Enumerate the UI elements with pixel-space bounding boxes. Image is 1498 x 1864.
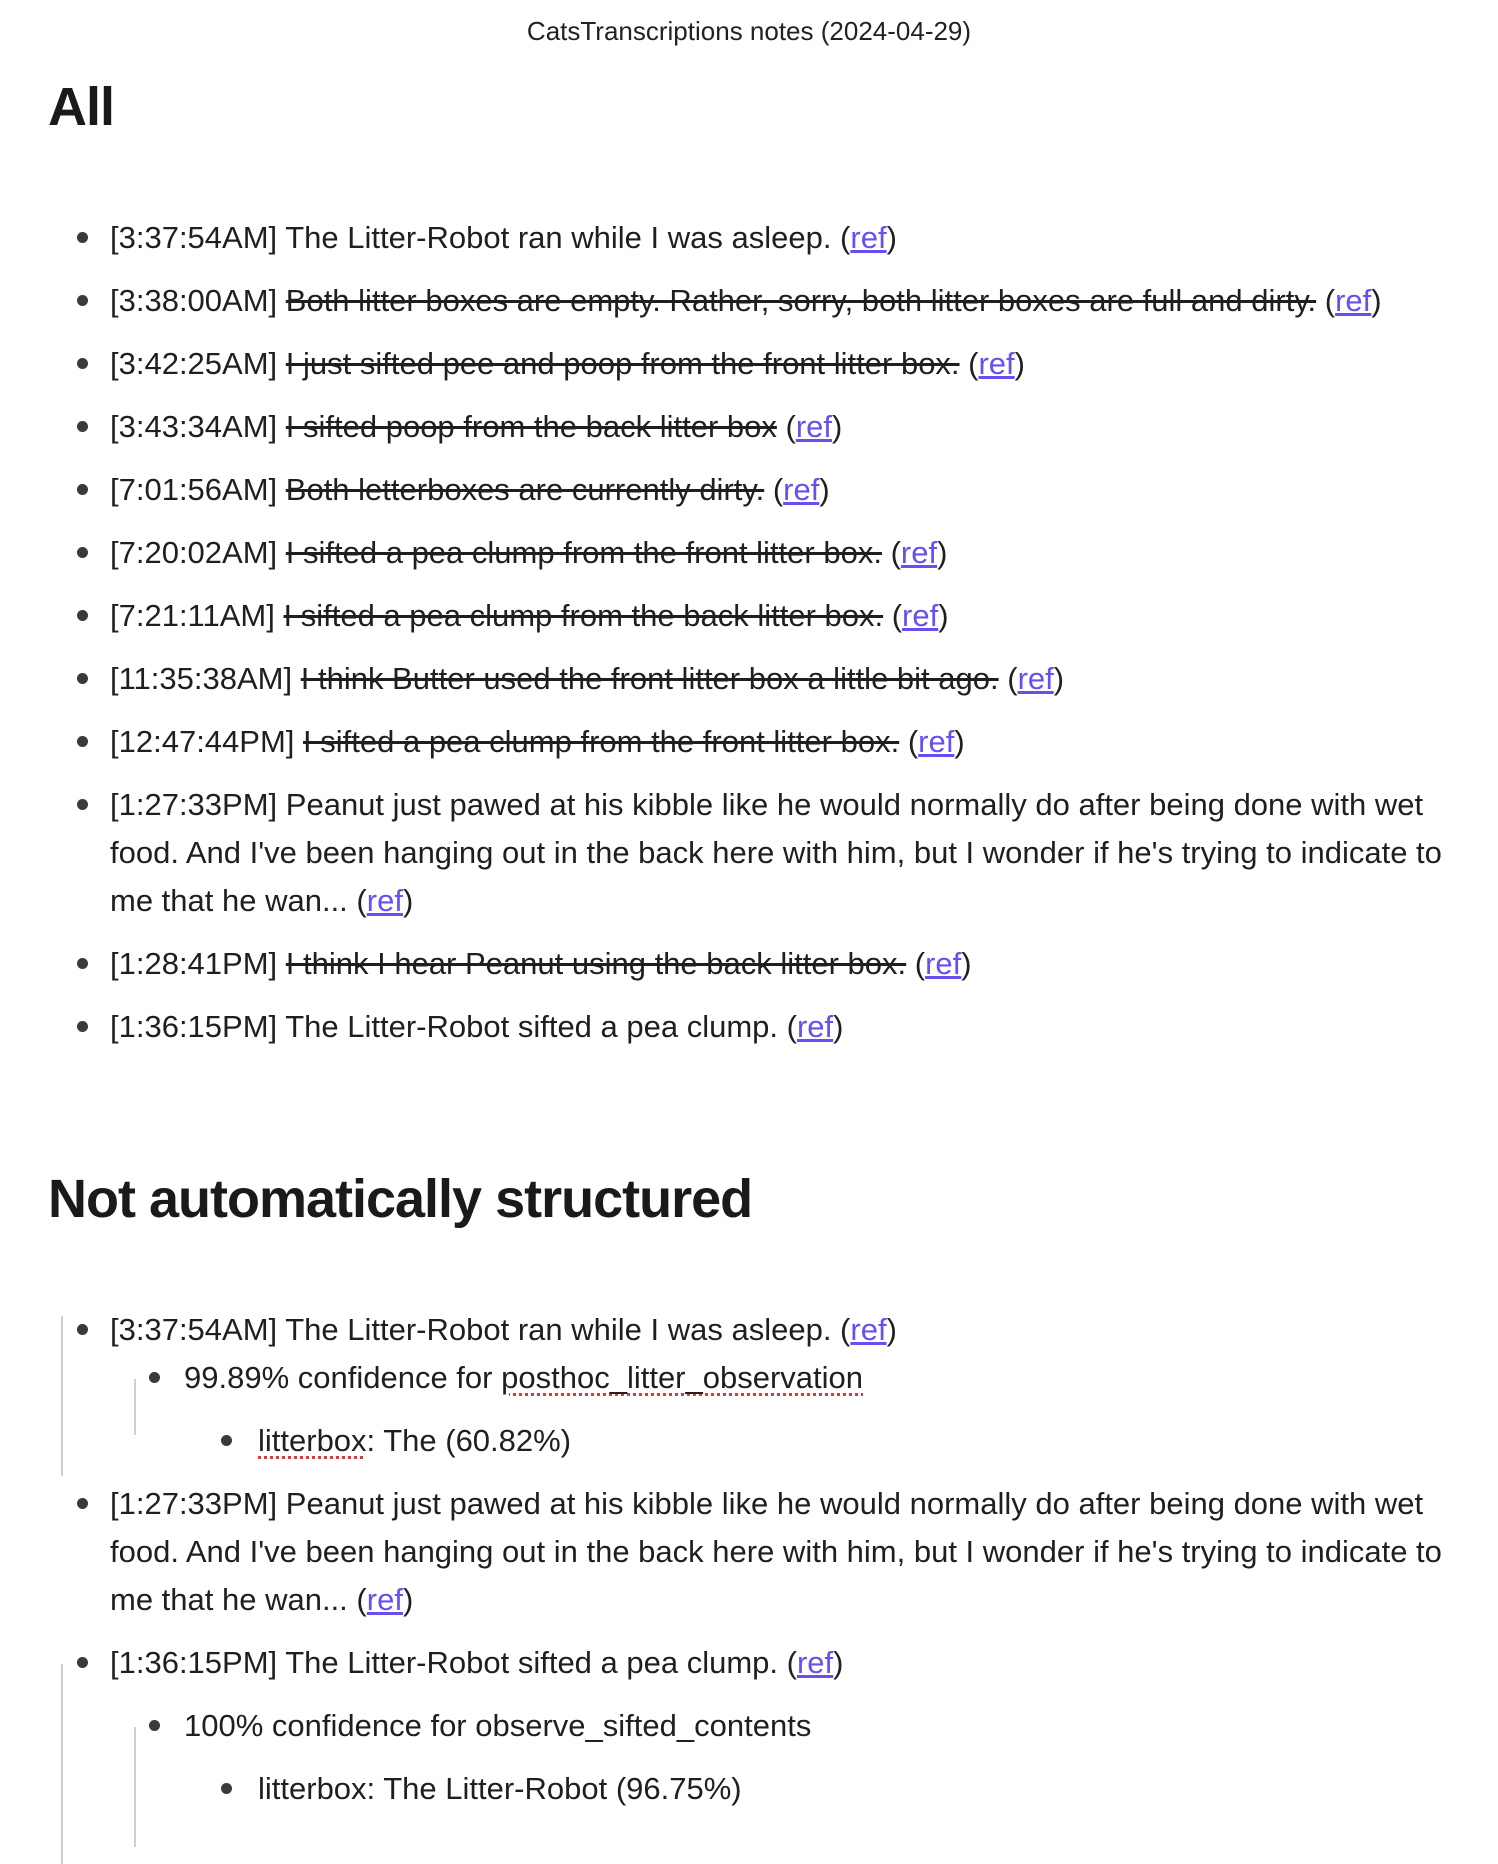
field-name: litterbox bbox=[258, 1423, 367, 1458]
detail-list: 100% confidence for observe_sifted_conte… bbox=[48, 1702, 1448, 1813]
list-item: [3:38:00AM] Both litter boxes are empty.… bbox=[48, 277, 1448, 325]
entry-time: [1:27:33PM] bbox=[110, 1486, 278, 1521]
ref-link[interactable]: ref bbox=[925, 946, 961, 981]
field-item: litterbox: The (60.82%) bbox=[48, 1417, 1448, 1465]
list-item: [3:37:54AM] The Litter-Robot ran while I… bbox=[48, 1306, 1448, 1354]
confidence-label: 100% confidence for bbox=[184, 1708, 467, 1743]
list-item: [3:42:25AM] I just sifted pee and poop f… bbox=[48, 340, 1448, 388]
unstructured-entries-list: [3:37:54AM] The Litter-Robot ran while I… bbox=[48, 1306, 1448, 1354]
entry-text: Both litter boxes are empty. Rather, sor… bbox=[285, 283, 1317, 318]
ref-link[interactable]: ref bbox=[1018, 661, 1054, 696]
section-heading-all: All bbox=[48, 77, 115, 137]
list-item: [7:01:56AM] Both letterboxes are current… bbox=[48, 466, 1448, 514]
detail-list: 99.89% confidence for posthoc_litter_obs… bbox=[48, 1354, 1448, 1465]
ref-link[interactable]: ref bbox=[797, 1645, 833, 1680]
list-item: [12:47:44PM] I sifted a pea clump from t… bbox=[48, 718, 1448, 766]
entry-time: [1:36:15PM] bbox=[110, 1645, 278, 1680]
confidence-label: 99.89% confidence for bbox=[184, 1360, 493, 1395]
indent-guide bbox=[61, 1664, 63, 1864]
confidence-item: 99.89% confidence for posthoc_litter_obs… bbox=[48, 1354, 1448, 1402]
unstructured-entries-list-cont: [1:27:33PM] Peanut just pawed at his kib… bbox=[48, 1480, 1448, 1687]
list-item: [7:21:11AM] I sifted a pea clump from th… bbox=[48, 592, 1448, 640]
entry-time: [3:37:54AM] bbox=[110, 1312, 278, 1347]
list-item: [1:36:15PM] The Litter-Robot sifted a pe… bbox=[48, 1639, 1448, 1687]
detail-block: 99.89% confidence for posthoc_litter_obs… bbox=[48, 1316, 1448, 1476]
entry-time: [1:27:33PM] bbox=[110, 787, 278, 822]
entry-text: I just sifted pee and poop from the fron… bbox=[285, 346, 960, 381]
ref-link[interactable]: ref bbox=[367, 1582, 403, 1617]
entry-text: Peanut just pawed at his kibble like he … bbox=[110, 787, 1442, 918]
entry-time: [7:20:02AM] bbox=[110, 535, 278, 570]
entry-text: The Litter-Robot ran while I was asleep. bbox=[285, 1312, 832, 1347]
ref-link[interactable]: ref bbox=[902, 598, 938, 633]
document-title: CatsTranscriptions notes (2024-04-29) bbox=[526, 16, 972, 46]
entry-text: I sifted poop from the back litter box bbox=[285, 409, 777, 444]
entry-text: I think Butter used the front litter box… bbox=[300, 661, 999, 696]
ref-link[interactable]: ref bbox=[797, 1009, 833, 1044]
ref-link[interactable]: ref bbox=[901, 535, 937, 570]
ref-link[interactable]: ref bbox=[978, 346, 1014, 381]
entry-time: [3:37:54AM] bbox=[110, 220, 278, 255]
section-heading-unstructured: Not automatically structured bbox=[48, 1169, 753, 1229]
entry-time: [3:42:25AM] bbox=[110, 346, 278, 381]
ref-link[interactable]: ref bbox=[850, 1312, 886, 1347]
ref-link[interactable]: ref bbox=[850, 220, 886, 255]
ref-link[interactable]: ref bbox=[783, 472, 819, 507]
entry-text: I sifted a pea clump from the front litt… bbox=[303, 724, 900, 759]
entry-time: [12:47:44PM] bbox=[110, 724, 295, 759]
entry-time: [1:36:15PM] bbox=[110, 1009, 278, 1044]
field-name: litterbox bbox=[258, 1771, 367, 1806]
note-content: All [3:37:54AM] The Litter-Robot ran whi… bbox=[48, 62, 1448, 1864]
ref-link[interactable]: ref bbox=[918, 724, 954, 759]
detail-block: 100% confidence for observe_sifted_conte… bbox=[48, 1664, 1448, 1864]
list-item: [1:36:15PM] The Litter-Robot sifted a pe… bbox=[48, 1003, 1448, 1051]
list-item: [11:35:38AM] I think Butter used the fro… bbox=[48, 655, 1448, 703]
ref-link[interactable]: ref bbox=[796, 409, 832, 444]
entry-time: [3:38:00AM] bbox=[110, 283, 278, 318]
list-item: [3:37:54AM] The Litter-Robot ran while I… bbox=[48, 214, 1448, 262]
entry-text: Peanut just pawed at his kibble like he … bbox=[110, 1486, 1442, 1617]
ref-link[interactable]: ref bbox=[1335, 283, 1371, 318]
entry-time: [3:43:34AM] bbox=[110, 409, 278, 444]
list-item: [1:27:33PM] Peanut just pawed at his kib… bbox=[48, 1480, 1448, 1624]
entry-text: The Litter-Robot ran while I was asleep. bbox=[285, 220, 832, 255]
entry-text: The Litter-Robot sifted a pea clump. bbox=[285, 1645, 779, 1680]
field-value: : The (60.82%) bbox=[366, 1423, 572, 1458]
all-entries-list: [3:37:54AM] The Litter-Robot ran while I… bbox=[48, 214, 1448, 1051]
entry-text: The Litter-Robot sifted a pea clump. bbox=[285, 1009, 779, 1044]
intent-name: posthoc_litter_observation bbox=[501, 1360, 864, 1395]
list-item: [7:20:02AM] I sifted a pea clump from th… bbox=[48, 529, 1448, 577]
list-item: [1:28:41PM] I think I hear Peanut using … bbox=[48, 940, 1448, 988]
entry-text: I think I hear Peanut using the back lit… bbox=[285, 946, 907, 981]
entry-text: I sifted a pea clump from the front litt… bbox=[285, 535, 882, 570]
entry-text: Both letterboxes are currently dirty. bbox=[285, 472, 765, 507]
entry-time: [7:01:56AM] bbox=[110, 472, 278, 507]
entry-time: [1:28:41PM] bbox=[110, 946, 278, 981]
list-item: [1:27:33PM] Peanut just pawed at his kib… bbox=[48, 781, 1448, 925]
ref-link[interactable]: ref bbox=[367, 883, 403, 918]
field-value: : The Litter-Robot (96.75%) bbox=[366, 1771, 742, 1806]
list-item: [3:43:34AM] I sifted poop from the back … bbox=[48, 403, 1448, 451]
entry-time: [7:21:11AM] bbox=[110, 598, 275, 633]
entry-text: I sifted a pea clump from the back litte… bbox=[283, 598, 884, 633]
confidence-item: 100% confidence for observe_sifted_conte… bbox=[48, 1702, 1448, 1750]
entry-time: [11:35:38AM] bbox=[110, 661, 293, 696]
intent-name: observe_sifted_contents bbox=[475, 1708, 812, 1743]
